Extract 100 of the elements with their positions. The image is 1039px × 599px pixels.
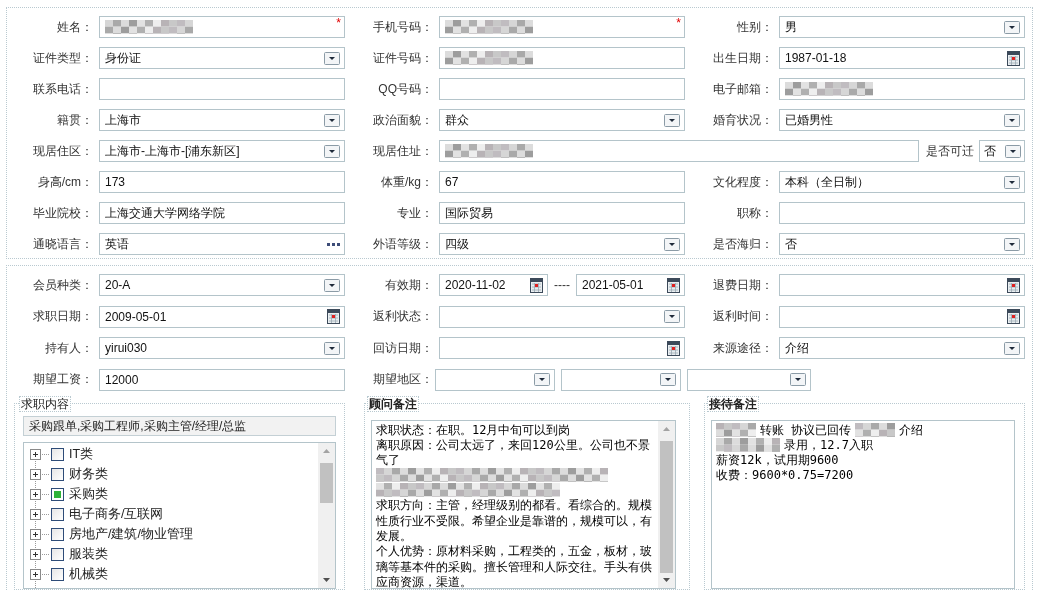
notes-textarea[interactable]: 转账 协议已回传 介绍 录用，12.7入职 薪资12k，试用期9600 收费：9600*0.75=7200 [711,419,1015,589]
tree-item[interactable]: 财务类 [69,466,108,483]
dropdown-button[interactable] [664,237,680,251]
dropdown-button[interactable] [664,113,680,127]
date-field[interactable]: 2009-05-01 [99,305,345,328]
dropdown-button[interactable] [1004,113,1020,127]
select-field[interactable]: 已婚男性 [779,109,1025,131]
select-field[interactable] [687,368,811,391]
select-field[interactable] [439,305,685,328]
text-field[interactable]: 67 [439,171,685,193]
text-field[interactable]: * [99,16,345,38]
tree-item[interactable]: 电子商务/互联网 [69,506,164,523]
checkbox[interactable] [51,568,64,581]
calendar-icon[interactable] [1007,309,1020,324]
dropdown-button[interactable] [324,51,340,65]
select-field[interactable] [435,368,555,391]
dropdown-button[interactable] [1004,20,1020,34]
tree-item[interactable]: 房地产/建筑/物业管理 [69,526,193,543]
text-field[interactable]: * [439,16,685,38]
more-icon[interactable] [327,242,340,246]
expand-icon[interactable] [30,529,50,540]
date-field[interactable] [439,337,685,359]
tree-item[interactable]: 采购类 [69,486,108,503]
checkbox[interactable] [51,548,64,561]
panel-title: 顾问备注 [367,395,419,412]
field-label: 联系电话： [33,80,94,98]
dropdown-button[interactable] [664,310,680,323]
text-field[interactable] [439,47,685,69]
field-label: 期望工资： [33,371,94,388]
calendar-icon[interactable] [327,309,340,324]
expand-icon[interactable] [30,569,50,580]
calendar-icon[interactable] [530,277,543,293]
text-field[interactable] [779,202,1025,224]
date-field[interactable]: 2021-05-01 [576,274,685,296]
calendar-icon[interactable] [667,277,680,293]
field-label: 现居住区： [33,142,94,160]
text-field[interactable] [779,78,1025,100]
select-field[interactable]: 否 [779,233,1025,255]
date-field[interactable] [779,305,1025,328]
calendar-icon[interactable] [1007,277,1020,293]
text-field[interactable]: 国际贸易 [439,202,685,224]
select-field[interactable]: 上海市 [99,109,345,131]
field-label: 退费日期： [713,276,774,294]
dropdown-button[interactable] [1004,341,1020,355]
tree-item[interactable]: 服装类 [69,546,108,563]
checkbox[interactable] [51,468,64,481]
text-field[interactable]: 英语 [99,233,345,255]
field-label: 姓名： [57,18,94,36]
date-field[interactable]: 2020-11-02 [439,274,548,296]
field-label: 求职日期： [33,308,94,325]
select-field[interactable]: 介绍 [779,337,1025,359]
expand-icon[interactable] [30,509,50,520]
checkbox[interactable] [51,488,64,501]
text-field[interactable]: 173 [99,171,345,193]
select-field[interactable]: yirui030 [99,337,345,359]
field-label: 持有人： [45,339,94,357]
text-field[interactable] [99,78,345,100]
calendar-icon[interactable] [667,340,680,356]
expand-icon[interactable] [30,449,50,460]
dropdown-button[interactable] [1005,144,1021,158]
checkbox[interactable] [51,528,64,541]
dropdown-button[interactable] [1004,237,1020,251]
select-field[interactable]: 身份证 [99,47,345,69]
dropdown-button[interactable] [324,144,340,158]
scrollbar[interactable] [658,420,675,588]
dropdown-button[interactable] [660,373,676,386]
select-field[interactable]: 男 [779,16,1025,38]
scrollbar[interactable] [318,442,335,588]
checkbox[interactable] [51,448,64,461]
field-label: 外语等级： [373,235,434,253]
field-label: QQ号码： [378,80,434,98]
date-field[interactable] [779,274,1025,296]
field-label: 返利状态： [373,308,434,325]
checkbox[interactable] [51,508,64,521]
dropdown-button[interactable] [324,278,340,292]
select-field[interactable]: 四级 [439,233,685,255]
select-field[interactable]: 20-A [99,274,345,296]
dropdown-button[interactable] [1004,175,1020,189]
tree-item[interactable]: 机械类 [69,566,108,583]
select-field[interactable]: 群众 [439,109,685,131]
select-field[interactable]: 本科（全日制） [779,171,1025,193]
select-field[interactable] [561,368,681,391]
text-field[interactable] [439,140,919,162]
dropdown-button[interactable] [324,341,340,355]
expand-icon[interactable] [30,549,50,560]
text-field[interactable]: 上海交通大学网络学院 [99,202,345,224]
dropdown-button[interactable] [790,373,806,386]
notes-textarea[interactable]: 求职状态：在职。12月中旬可以到岗 离职原因：公司太远了，来回120公里。公司也不景气了 求职方向：主管，经理级别的都看。看综合的。规模性质行业不受限。希望企业是靠谱的，规模可以，有发展。 个人优势：原材料采购，工程类的，五金，板材，玻璃等基本件的采购。擅长管理和人际交往。手头有供应商资源，渠道。 [371,419,676,589]
expand-icon[interactable] [30,469,50,480]
text-field[interactable]: 12000 [99,368,345,391]
select-field[interactable]: 否 [979,140,1025,162]
text-field[interactable] [439,78,685,100]
tree-item[interactable]: IT类 [69,446,94,463]
dropdown-button[interactable] [534,373,550,386]
date-field[interactable]: 1987-01-18 [779,47,1025,69]
calendar-icon[interactable] [1007,50,1020,66]
dropdown-button[interactable] [324,113,340,127]
select-field[interactable]: 上海市-上海市-[浦东新区] [99,140,345,162]
expand-icon[interactable] [30,489,50,500]
note-text: 个人优势：原材料采购，工程类的，五金，板材，玻璃等基本件的采购。擅长管理和人际交往。手头有供应商资源，渠道。 [376,544,653,588]
